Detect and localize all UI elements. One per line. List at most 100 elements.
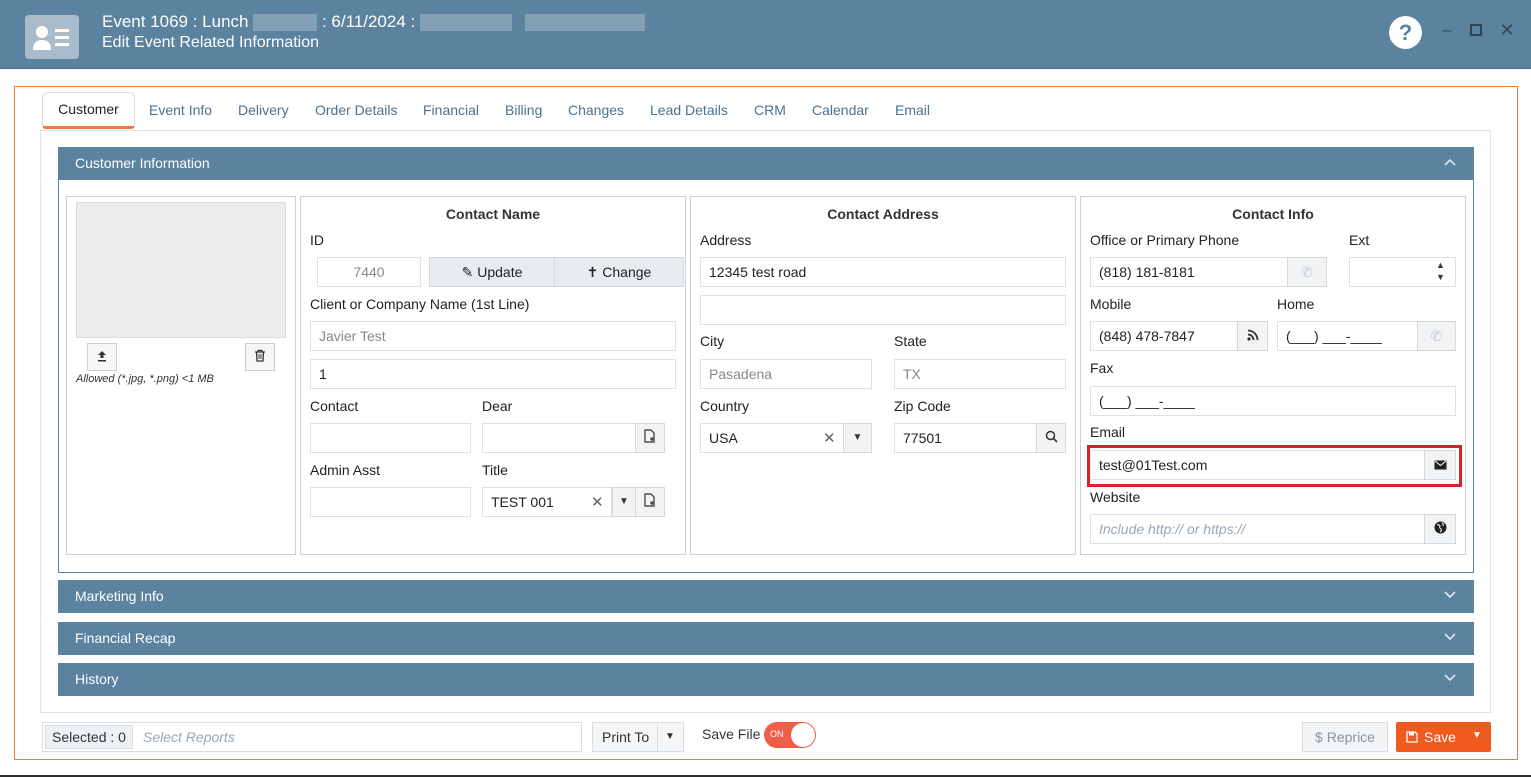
window-title-date: : 6/11/2024 : — [321, 12, 416, 31]
dear-field[interactable] — [482, 423, 636, 453]
tab-calendar[interactable]: Calendar — [812, 102, 869, 118]
contact-address-title: Contact Address — [827, 206, 939, 222]
chevron-down-icon — [1444, 586, 1456, 602]
section-history[interactable]: History — [58, 663, 1474, 696]
minimize-icon[interactable]: – — [1437, 22, 1457, 40]
clear-icon[interactable]: ✕ — [591, 493, 604, 511]
company-name-field[interactable]: Javier Test — [310, 321, 676, 351]
website-label: Website — [1090, 489, 1141, 505]
selected-count-badge: Selected : 0 — [45, 725, 133, 749]
email-highlight — [1087, 445, 1462, 487]
search-icon[interactable] — [1036, 423, 1066, 453]
save-button[interactable]: Save ▼ — [1396, 722, 1491, 752]
admin-asst-label: Admin Asst — [310, 462, 381, 478]
ext-label: Ext — [1349, 232, 1370, 248]
dropdown-arrow-icon[interactable]: ▼ — [843, 423, 872, 453]
dropdown-arrow-icon[interactable]: ▼ — [612, 487, 636, 517]
zip-code-label: Zip Code — [894, 398, 951, 414]
toggle-knob — [791, 723, 815, 747]
home-phone-field[interactable]: (___) ___-____ — [1277, 321, 1418, 351]
upload-icon[interactable] — [87, 343, 117, 371]
redacted-text — [253, 14, 318, 32]
window-title-prefix: Event 1069 : Lunch — [102, 12, 249, 31]
contact-label: Contact — [310, 398, 359, 414]
floppy-disk-icon — [1406, 730, 1418, 746]
office-phone-label: Office or Primary Phone — [1090, 232, 1240, 248]
window-title: Event 1069 : Lunch : 6/11/2024 : — [102, 12, 645, 32]
home-label: Home — [1277, 296, 1315, 312]
close-icon[interactable]: ✕ — [1497, 20, 1517, 41]
fax-field[interactable]: (___) ___-____ — [1090, 386, 1456, 416]
state-field[interactable]: TX — [894, 359, 1066, 389]
clear-icon[interactable]: ✕ — [823, 429, 836, 447]
tab-changes[interactable]: Changes — [568, 102, 624, 118]
section-financial-recap[interactable]: Financial Recap — [58, 622, 1474, 655]
title-label: Title — [482, 462, 508, 478]
fax-label: Fax — [1090, 360, 1114, 376]
title-bar: Event 1069 : Lunch : 6/11/2024 : Edit Ev… — [0, 0, 1531, 69]
id-field[interactable]: 7440 — [317, 257, 421, 287]
divider — [657, 723, 658, 751]
pencil-icon: ✎ — [461, 264, 474, 280]
tab-order-details[interactable]: Order Details — [315, 102, 397, 118]
redacted-text — [419, 14, 512, 32]
print-to-button[interactable]: Print To ▼ — [592, 722, 684, 752]
address-line1-field[interactable]: 12345 test road — [700, 257, 1066, 287]
tab-crm[interactable]: CRM — [754, 102, 786, 118]
zip-code-field[interactable]: 77501 — [894, 423, 1038, 453]
website-field[interactable]: Include http:// or https:// — [1090, 514, 1425, 544]
change-button[interactable]: ✝ Change — [554, 257, 684, 287]
maximize-icon[interactable] — [1466, 23, 1486, 41]
section-title: Customer Information — [75, 155, 210, 171]
address-label: Address — [700, 232, 752, 248]
toggle-state-label: ON — [770, 729, 784, 739]
stepper-icon[interactable]: ▲ ▼ — [1436, 259, 1445, 283]
chevron-up-icon — [1444, 153, 1456, 169]
section-title: Marketing Info — [75, 588, 164, 604]
update-button[interactable]: ✎ Update — [429, 257, 555, 287]
contact-card-icon — [25, 15, 79, 59]
person-icon: ✝ — [586, 264, 599, 280]
chevron-down-icon — [1444, 628, 1456, 644]
contact-field[interactable] — [310, 423, 471, 453]
tab-financial[interactable]: Financial — [423, 102, 479, 118]
admin-asst-field[interactable] — [310, 487, 471, 517]
dropdown-arrow-icon: ▼ — [665, 731, 675, 742]
globe-icon[interactable] — [1424, 514, 1456, 544]
section-customer-information[interactable]: Customer Information — [58, 147, 1474, 180]
company-name-line2-field[interactable]: 1 — [310, 359, 676, 389]
trash-icon[interactable] — [245, 343, 275, 371]
country-label: Country — [700, 398, 750, 414]
report-selector[interactable]: Selected : 0 Select Reports — [42, 722, 582, 752]
question-icon[interactable]: ? — [1389, 16, 1422, 49]
mobile-field[interactable]: (848) 478-7847 — [1090, 321, 1238, 351]
tab-email[interactable]: Email — [895, 102, 930, 118]
section-marketing-info[interactable]: Marketing Info — [58, 580, 1474, 613]
city-label: City — [700, 333, 725, 349]
address-line2-field[interactable] — [700, 295, 1066, 325]
tab-event-info[interactable]: Event Info — [149, 102, 212, 118]
rss-icon[interactable] — [1237, 321, 1268, 351]
phone-icon[interactable]: ✆ — [1417, 321, 1456, 351]
city-field[interactable]: Pasadena — [700, 359, 872, 389]
tab-customer[interactable]: Customer — [42, 92, 135, 129]
customer-photo — [76, 202, 286, 338]
mobile-label: Mobile — [1090, 296, 1132, 312]
new-document-icon[interactable] — [635, 423, 665, 453]
chevron-down-icon — [1444, 669, 1456, 685]
tab-delivery[interactable]: Delivery — [238, 102, 289, 118]
new-document-icon[interactable] — [635, 487, 665, 517]
dropdown-arrow-icon[interactable]: ▼ — [1472, 730, 1482, 741]
section-title: Financial Recap — [75, 630, 176, 646]
update-label: Update — [477, 264, 523, 280]
email-label: Email — [1090, 424, 1126, 440]
phone-icon[interactable]: ✆ — [1287, 257, 1327, 287]
save-file-label: Save File — [702, 726, 761, 742]
reprice-button[interactable]: $ Reprice — [1302, 722, 1388, 752]
office-phone-field[interactable]: (818) 181-8181 — [1090, 257, 1288, 287]
dear-label: Dear — [482, 398, 513, 414]
tab-billing[interactable]: Billing — [505, 102, 542, 118]
tab-lead-details[interactable]: Lead Details — [650, 102, 728, 118]
print-to-label: Print To — [602, 729, 650, 745]
save-file-toggle[interactable]: ON — [764, 722, 816, 748]
